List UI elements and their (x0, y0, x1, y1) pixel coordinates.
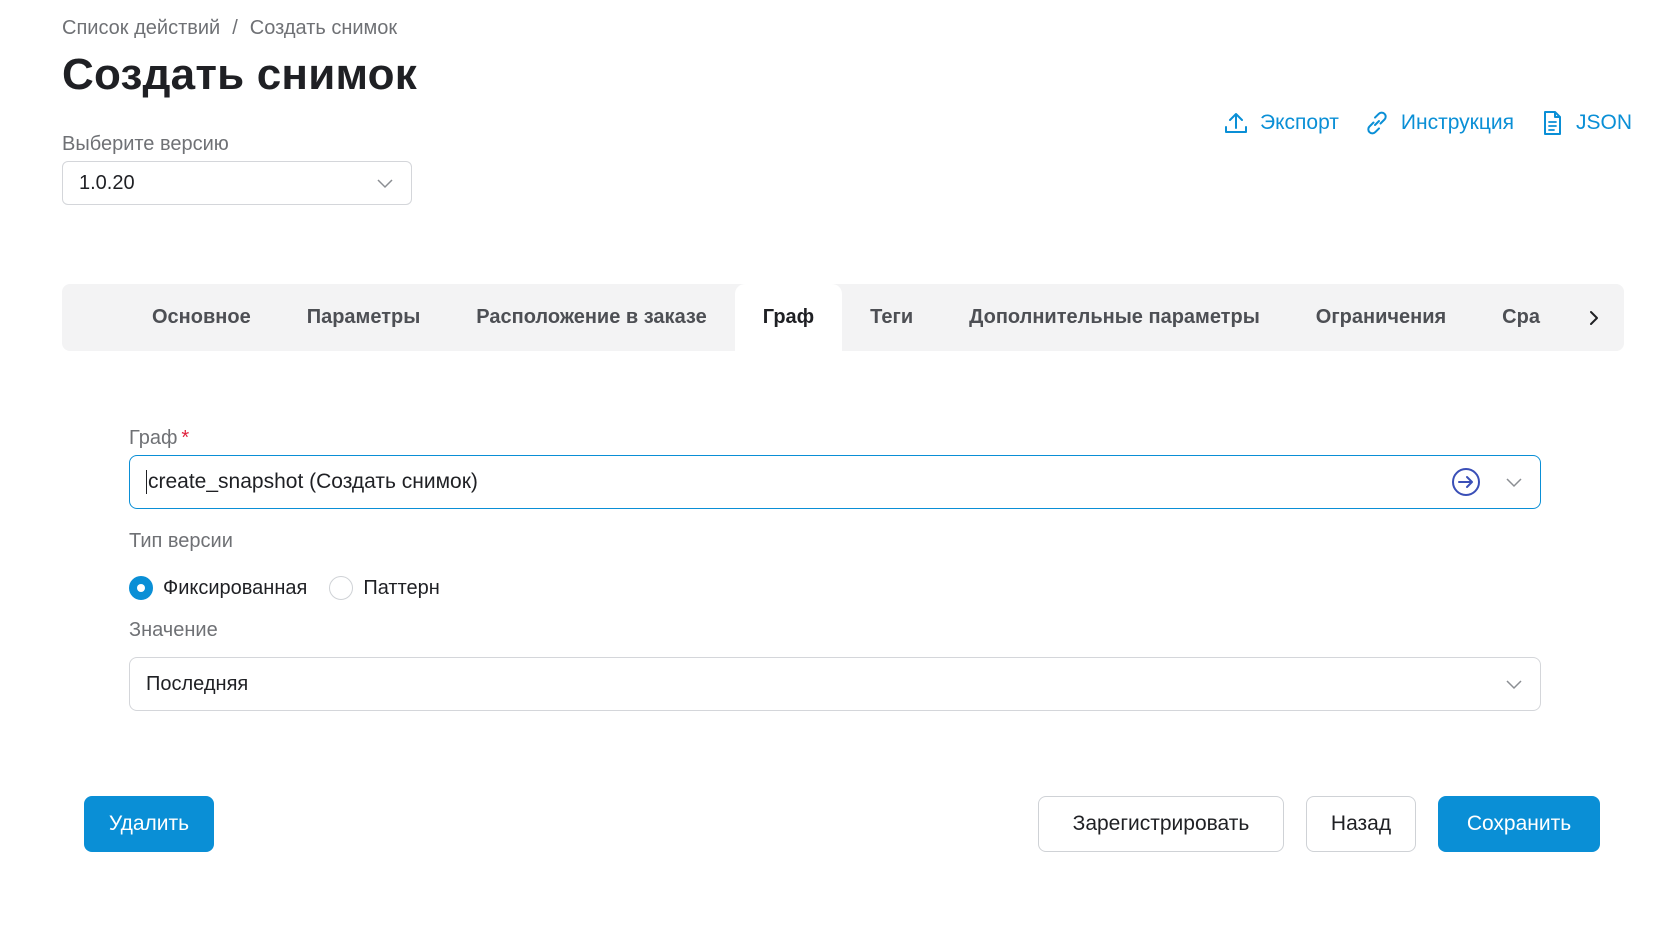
register-button[interactable]: Зарегистрировать (1038, 796, 1284, 852)
tab-tags[interactable]: Теги (842, 284, 941, 351)
tab-parameters[interactable]: Параметры (279, 284, 449, 351)
radio-pattern[interactable]: Паттерн (329, 576, 440, 600)
tab-restrictions[interactable]: Ограничения (1288, 284, 1474, 351)
chevron-down-icon[interactable] (1504, 472, 1524, 492)
tab-graph[interactable]: Граф (734, 284, 843, 351)
radio-pattern-label: Паттерн (363, 576, 440, 599)
json-button[interactable]: JSON (1538, 109, 1632, 137)
link-icon (1367, 111, 1387, 135)
instruction-button[interactable]: Инструкция (1363, 109, 1514, 137)
tab-bar: Основное Параметры Расположение в заказе… (62, 284, 1624, 351)
breadcrumb-parent-link[interactable]: Список действий (62, 17, 220, 40)
upload-icon (1225, 113, 1247, 133)
export-button[interactable]: Экспорт (1222, 109, 1339, 137)
instruction-label: Инструкция (1400, 111, 1514, 134)
tab-additional-parameters[interactable]: Дополнительные параметры (941, 284, 1288, 351)
page: Список действий / Создать снимок Создать… (0, 0, 1680, 943)
text-cursor (146, 470, 147, 494)
save-button[interactable]: Сохранить (1438, 796, 1600, 852)
version-select[interactable]: 1.0.20 (62, 161, 412, 205)
chevron-down-icon (1506, 680, 1522, 690)
value-selected: Последняя (146, 672, 249, 695)
chevron-right-icon[interactable] (1582, 306, 1606, 330)
required-mark: * (181, 427, 190, 449)
value-select[interactable]: Последняя (129, 657, 1541, 711)
tabs-scroll-area (1544, 284, 1624, 351)
value-label: Значение (129, 619, 218, 641)
breadcrumb-separator: / (232, 17, 238, 39)
graph-label: Граф * (129, 427, 189, 450)
json-label: JSON (1575, 111, 1632, 134)
breadcrumb-current: Создать снимок (249, 17, 398, 39)
back-button[interactable]: Назад (1306, 796, 1416, 852)
version-type-radio-group: Фиксированная Паттерн (129, 576, 440, 600)
chevron-down-icon (377, 179, 393, 189)
version-value: 1.0.20 (79, 171, 135, 194)
tab-main[interactable]: Основное (124, 284, 279, 351)
graph-value: create_snapshot (Создать снимок) (148, 470, 478, 493)
radio-fixed-label: Фиксированная (163, 576, 308, 599)
version-label: Выберите версию (62, 133, 229, 155)
radio-fixed-indicator[interactable] (129, 576, 153, 600)
radio-pattern-indicator[interactable] (329, 576, 354, 600)
radio-fixed[interactable]: Фиксированная (129, 576, 307, 600)
delete-button[interactable]: Удалить (84, 796, 214, 852)
file-icon (1543, 111, 1561, 135)
breadcrumb: Список действий / Создать снимок (62, 17, 397, 40)
tab-order-location[interactable]: Расположение в заказе (448, 284, 734, 351)
header-actions: Экспорт Инструкция JSON (1222, 109, 1632, 137)
page-title: Создать снимок (62, 50, 417, 99)
graph-select[interactable]: create_snapshot (Создать снимок) (129, 455, 1541, 509)
graph-label-text: Граф (129, 427, 178, 449)
export-label: Экспорт (1260, 111, 1339, 134)
version-type-label: Тип версии (129, 530, 233, 552)
arrow-right-circle-icon[interactable] (1450, 466, 1482, 498)
